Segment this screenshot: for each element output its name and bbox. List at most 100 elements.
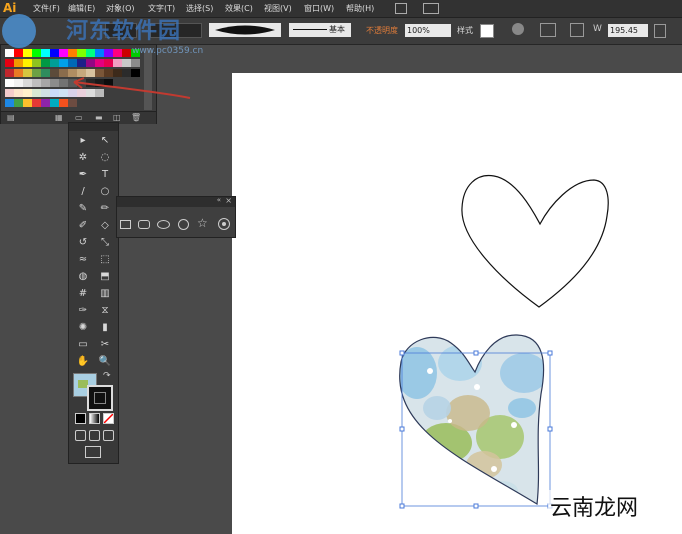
menu-select[interactable]: 选择(S) <box>186 3 213 14</box>
color-swatch[interactable] <box>104 59 113 67</box>
color-swatch[interactable] <box>122 59 131 67</box>
color-swatch[interactable] <box>14 69 23 77</box>
rectangle-tool-icon[interactable] <box>120 220 131 229</box>
gradient-mode-icon[interactable] <box>89 413 100 424</box>
color-swatch[interactable] <box>14 89 23 97</box>
color-swatch[interactable] <box>5 89 14 97</box>
color-swatch[interactable] <box>77 59 86 67</box>
star-tool-icon[interactable]: ☆ <box>197 216 208 230</box>
menu-help[interactable]: 帮助(H) <box>346 3 374 14</box>
selection-tool-icon[interactable]: ▸ <box>73 133 93 149</box>
eraser-tool-icon[interactable]: ◇ <box>95 218 115 234</box>
opacity-field[interactable]: 100% <box>405 24 451 37</box>
slice-tool-icon[interactable]: ✂ <box>95 337 115 353</box>
line-tool-icon[interactable]: / <box>73 184 93 200</box>
color-swatch[interactable] <box>23 59 32 67</box>
color-swatch[interactable] <box>41 69 50 77</box>
color-swatch[interactable] <box>113 49 122 57</box>
pencil-tool-icon[interactable]: ✏ <box>95 201 115 217</box>
delete-swatch-icon[interactable]: 🗑 <box>131 113 141 122</box>
rounded-rectangle-tool-icon[interactable] <box>138 220 150 229</box>
swap-fill-stroke-icon[interactable]: ↷ <box>103 371 111 381</box>
color-swatch[interactable] <box>32 79 41 87</box>
draw-normal-icon[interactable] <box>75 430 86 441</box>
swatch-options-icon[interactable]: ▭ <box>75 113 83 122</box>
pen-tool-icon[interactable]: ✒ <box>73 167 93 183</box>
color-swatch[interactable] <box>32 69 41 77</box>
color-swatch[interactable] <box>14 79 23 87</box>
color-swatch[interactable] <box>59 59 68 67</box>
stroke-swatch[interactable] <box>87 385 113 411</box>
free-transform-tool-icon[interactable]: ⬚ <box>95 252 115 268</box>
flyout-header[interactable]: « × <box>117 196 235 207</box>
magic-wand-tool-icon[interactable]: ✲ <box>73 150 93 166</box>
symbol-sprayer-tool-icon[interactable]: ✺ <box>73 320 93 336</box>
color-swatch[interactable] <box>86 59 95 67</box>
menu-effect[interactable]: 效果(C) <box>225 3 253 14</box>
artboard-tool-icon[interactable]: ▭ <box>73 337 93 353</box>
recolor-artwork-icon[interactable] <box>512 23 524 35</box>
color-swatch[interactable] <box>23 79 32 87</box>
eyedropper-tool-icon[interactable]: ✑ <box>73 303 93 319</box>
lasso-tool-icon[interactable]: ◌ <box>95 150 115 166</box>
color-swatch[interactable] <box>41 99 50 107</box>
opacity-label[interactable]: 不透明度 <box>366 25 398 36</box>
menu-view[interactable]: 视图(V) <box>264 3 292 14</box>
color-swatch[interactable] <box>50 69 59 77</box>
paintbrush-tool-icon[interactable]: ✎ <box>73 201 93 217</box>
color-swatch[interactable] <box>41 59 50 67</box>
arrange-documents-icon[interactable] <box>423 3 439 14</box>
new-color-group-icon[interactable]: ▬ <box>95 113 103 122</box>
scale-tool-icon[interactable]: ⤡ <box>95 235 115 251</box>
color-swatch[interactable] <box>5 99 14 107</box>
warp-tool-icon[interactable]: ≈ <box>73 252 93 268</box>
color-swatch[interactable] <box>32 49 41 57</box>
ellipse-tool-icon[interactable]: ○ <box>95 184 115 200</box>
rotate-tool-icon[interactable]: ↺ <box>73 235 93 251</box>
color-swatch[interactable] <box>50 59 59 67</box>
show-swatch-kinds-icon[interactable]: ▦ <box>55 113 63 122</box>
perspective-grid-tool-icon[interactable]: ⬒ <box>95 269 115 285</box>
color-swatch[interactable] <box>50 49 59 57</box>
align-icon[interactable] <box>540 23 556 37</box>
color-swatch[interactable] <box>14 49 23 57</box>
screen-mode-icon[interactable] <box>85 446 101 458</box>
artboard[interactable] <box>232 73 682 534</box>
color-swatch[interactable] <box>5 79 14 87</box>
color-swatch[interactable] <box>23 69 32 77</box>
color-swatch[interactable] <box>50 89 59 97</box>
color-swatch[interactable] <box>50 79 59 87</box>
color-swatch[interactable] <box>41 79 50 87</box>
color-swatch[interactable] <box>32 59 41 67</box>
type-tool-icon[interactable]: T <box>95 167 115 183</box>
zoom-tool-icon[interactable]: 🔍 <box>95 354 115 370</box>
color-swatch[interactable] <box>23 89 32 97</box>
color-swatch[interactable] <box>113 59 122 67</box>
graphic-style-swatch[interactable] <box>480 24 494 38</box>
color-swatch[interactable] <box>41 89 50 97</box>
new-swatch-icon[interactable]: ◫ <box>113 113 121 122</box>
color-swatch[interactable] <box>41 49 50 57</box>
collapse-icon[interactable]: « <box>217 196 221 204</box>
color-swatch[interactable] <box>86 49 95 57</box>
color-swatch[interactable] <box>5 59 14 67</box>
blend-tool-icon[interactable]: ⧖ <box>95 303 115 319</box>
gradient-tool-icon[interactable]: ▥ <box>95 286 115 302</box>
width-field[interactable]: 195.45 <box>608 24 648 37</box>
tools-panel-header[interactable] <box>69 123 118 131</box>
draw-inside-icon[interactable] <box>103 430 114 441</box>
variable-width-profile[interactable] <box>209 23 281 37</box>
color-swatch[interactable] <box>14 99 23 107</box>
reference-point-icon[interactable] <box>570 23 584 37</box>
close-icon[interactable]: × <box>225 196 232 205</box>
menu-file[interactable]: 文件(F) <box>33 3 60 14</box>
color-mode-icon[interactable] <box>75 413 86 424</box>
constrain-proportions-icon[interactable] <box>654 24 666 38</box>
color-swatch[interactable] <box>5 49 14 57</box>
color-swatch[interactable] <box>68 59 77 67</box>
blob-brush-tool-icon[interactable]: ✐ <box>73 218 93 234</box>
color-swatch[interactable] <box>95 59 104 67</box>
color-swatch[interactable] <box>50 99 59 107</box>
swatch-library-menu-icon[interactable]: ▤ <box>7 113 15 122</box>
color-swatch[interactable] <box>5 69 14 77</box>
